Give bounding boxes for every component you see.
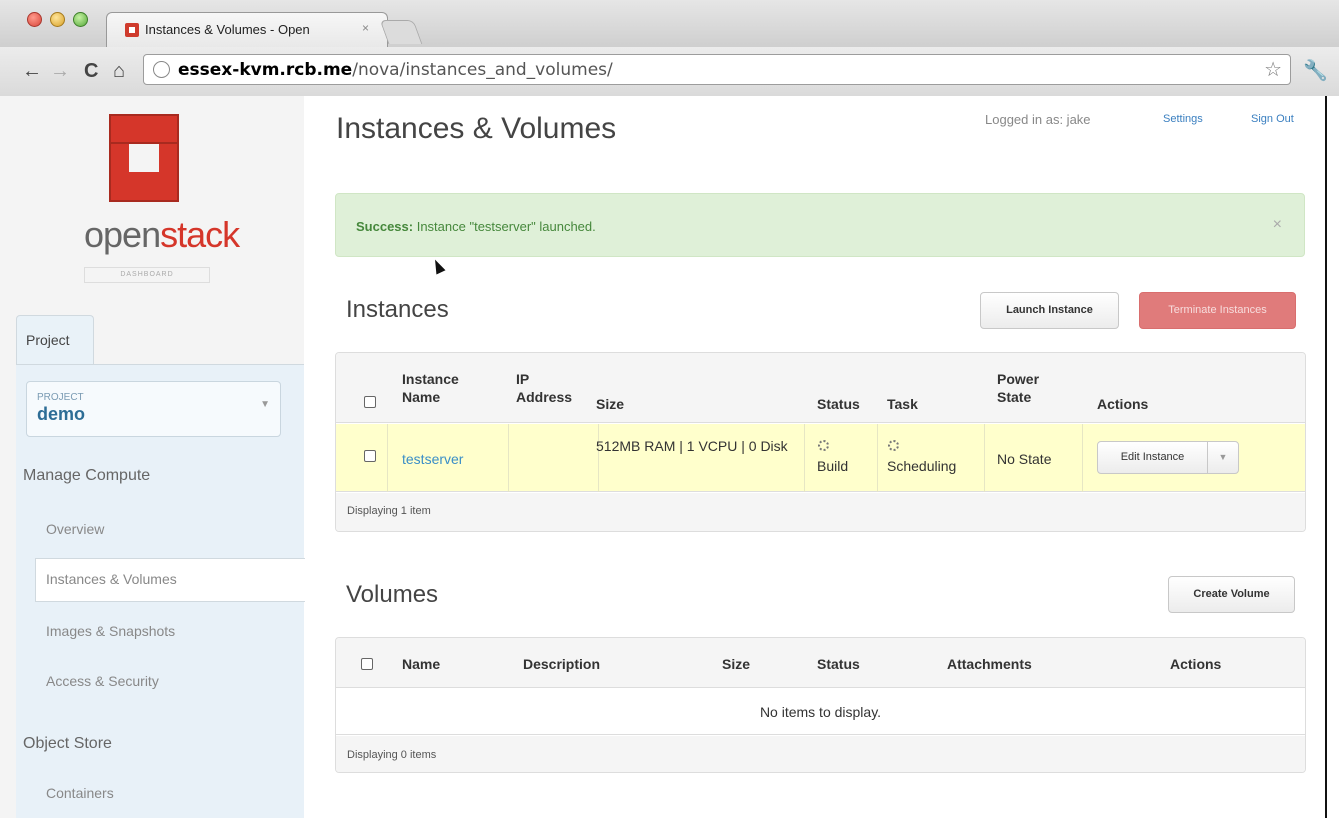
alert-close-icon[interactable]: ×	[1273, 216, 1282, 234]
tab-close-icon[interactable]: ×	[362, 21, 369, 35]
sidebar-heading-object-store: Object Store	[23, 735, 112, 752]
zoom-window-button[interactable]	[73, 12, 88, 27]
instance-status: Build	[817, 458, 849, 474]
column-size[interactable]: Size	[596, 395, 624, 413]
column-size[interactable]: Size	[722, 655, 750, 673]
chevron-down-icon: ▼	[260, 399, 270, 410]
instances-table: Instance Name IP Address Size Status Tas…	[335, 352, 1306, 532]
select-all-volumes-checkbox[interactable]	[361, 658, 373, 670]
settings-link[interactable]: Settings	[1163, 113, 1203, 125]
forward-icon[interactable]: →	[50, 60, 70, 83]
sidebar-item-overview[interactable]: Overview	[46, 521, 104, 537]
launch-instance-button[interactable]: Launch Instance	[980, 292, 1119, 329]
openstack-cube-icon	[109, 114, 179, 202]
sidebar-item-images-snapshots[interactable]: Images & Snapshots	[46, 623, 175, 639]
volumes-table: Name Description Size Status Attachments…	[335, 637, 1306, 773]
column-actions: Actions	[1170, 656, 1222, 672]
window-edge	[1325, 96, 1327, 818]
page-title: Instances & Volumes	[336, 112, 617, 145]
sidebar-panel: PROJECT demo ▼ Manage Compute Overview I…	[16, 364, 305, 818]
project-select-label: PROJECT	[37, 392, 84, 403]
sidebar-heading-manage-compute: Manage Compute	[23, 467, 151, 484]
sidebar: openstack DASHBOARD Project PROJECT demo…	[0, 96, 305, 818]
browser-titlebar: Instances & Volumes - Open ×	[0, 0, 1339, 48]
instance-power-state: No State	[997, 451, 1052, 467]
column-instance-name[interactable]: Instance Name	[402, 370, 492, 406]
instance-task: Scheduling	[887, 458, 957, 474]
openstack-logo[interactable]: openstack DASHBOARD	[84, 114, 240, 284]
volumes-heading: Volumes	[346, 581, 439, 608]
wrench-icon[interactable]: 🔧	[1303, 58, 1328, 83]
close-window-button[interactable]	[27, 12, 42, 27]
browser-tab[interactable]: Instances & Volumes - Open ×	[106, 12, 388, 48]
table-row: testserver 512MB RAM | 1 VCPU | 0 Disk B…	[336, 424, 1305, 492]
sidebar-item-containers[interactable]: Containers	[46, 785, 114, 801]
star-icon[interactable]: ☆	[1264, 57, 1282, 82]
volumes-table-footer: Displaying 0 items	[336, 736, 1305, 772]
tab-project[interactable]: Project	[16, 315, 94, 365]
empty-message: No items to display.	[759, 704, 882, 720]
instances-heading: Instances	[346, 296, 449, 323]
browser-chrome: Instances & Volumes - Open × ← → C ⌂ ess…	[0, 0, 1339, 96]
select-all-instances-checkbox[interactable]	[364, 396, 376, 408]
column-task[interactable]: Task	[887, 395, 918, 413]
column-power-state[interactable]: Power State	[997, 370, 1077, 406]
minimize-window-button[interactable]	[50, 12, 65, 27]
terminate-instances-button[interactable]: Terminate Instances	[1139, 292, 1296, 329]
volumes-count-text: Displaying 0 items	[347, 749, 437, 761]
column-description[interactable]: Description	[523, 655, 600, 673]
column-attachments[interactable]: Attachments	[947, 655, 1032, 673]
instances-count-text: Displaying 1 item	[347, 505, 431, 517]
instances-table-footer: Displaying 1 item	[336, 493, 1305, 531]
sidebar-item-instances-volumes[interactable]: Instances & Volumes	[46, 571, 177, 587]
column-status[interactable]: Status	[817, 395, 860, 413]
column-status[interactable]: Status	[817, 655, 860, 673]
back-icon[interactable]: ←	[22, 60, 42, 83]
success-alert: Success: Instance "testserver" launched.…	[335, 193, 1305, 257]
project-select-value: demo	[37, 404, 86, 424]
column-name[interactable]: Name	[402, 655, 440, 673]
task-spinner-icon	[888, 437, 899, 455]
row-select-checkbox[interactable]	[364, 450, 376, 462]
url-text: essex-kvm.rcb.me/nova/instances_and_volu…	[178, 60, 613, 80]
globe-icon	[153, 61, 170, 78]
mouse-cursor-icon	[430, 257, 446, 275]
logo-subtitle: DASHBOARD	[84, 267, 210, 283]
logged-in-text: Logged in as: jake	[985, 112, 1091, 127]
actions-dropdown-toggle[interactable]: ▼	[1207, 441, 1239, 474]
openstack-favicon-icon	[125, 23, 139, 37]
column-ip-address[interactable]: IP Address	[516, 370, 586, 406]
create-volume-button[interactable]: Create Volume	[1168, 576, 1295, 613]
instance-name-link[interactable]: testserver	[402, 450, 463, 468]
browser-toolbar: ← → C ⌂ essex-kvm.rcb.me/nova/instances_…	[0, 47, 1339, 96]
logo-wordmark: openstack	[84, 214, 240, 255]
alert-message: Success: Instance "testserver" launched.	[356, 219, 596, 234]
home-icon[interactable]: ⌂	[113, 60, 125, 83]
status-spinner-icon	[818, 437, 829, 455]
reload-icon[interactable]: C	[84, 60, 98, 83]
column-actions: Actions	[1097, 396, 1149, 412]
edit-instance-button[interactable]: Edit Instance	[1097, 441, 1208, 474]
address-bar[interactable]: essex-kvm.rcb.me/nova/instances_and_volu…	[143, 54, 1291, 85]
tab-title: Instances & Volumes - Open	[145, 22, 310, 37]
project-select[interactable]: PROJECT demo ▼	[26, 381, 281, 437]
empty-row: No items to display.	[336, 689, 1305, 735]
instance-size: 512MB RAM | 1 VCPU | 0 Disk	[596, 438, 788, 454]
sidebar-item-access-security[interactable]: Access & Security	[46, 673, 159, 689]
sign-out-link[interactable]: Sign Out	[1251, 113, 1294, 125]
